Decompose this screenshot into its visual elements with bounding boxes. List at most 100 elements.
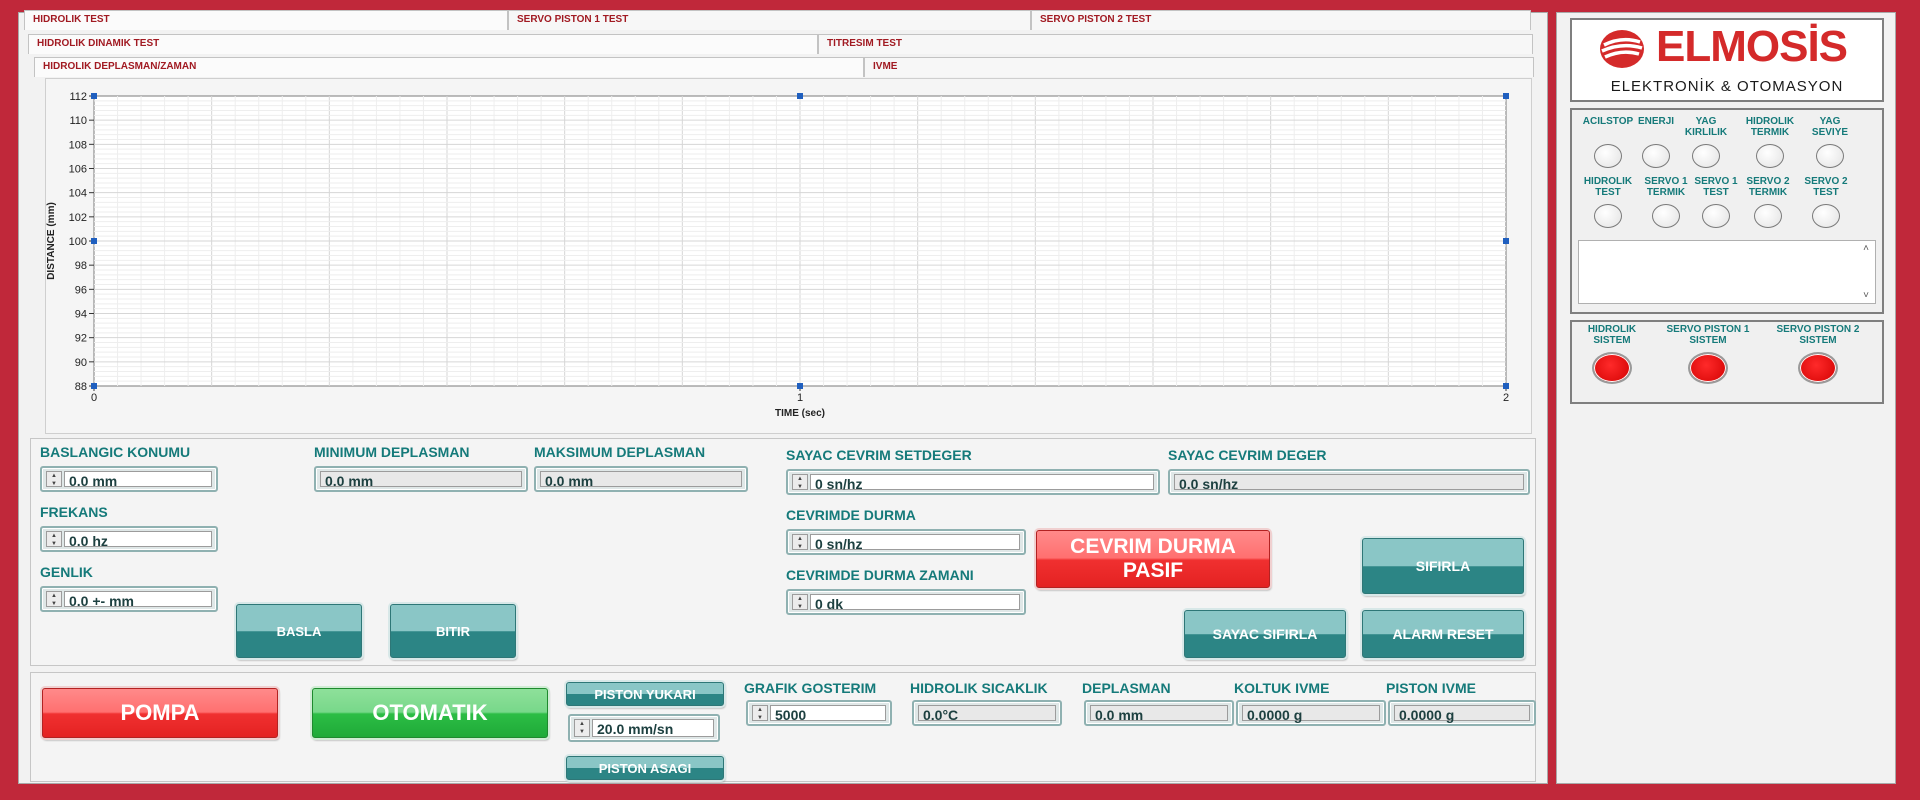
- sayac-set-field[interactable]: ▲ ▼ 0 sn/hz: [786, 469, 1160, 495]
- y-tick-label: 100: [69, 236, 87, 248]
- x-tick-label: 2: [1503, 392, 1509, 404]
- deplasman-field: 0.0 mm: [1084, 700, 1234, 726]
- sicaklik-label: HIDROLIK SICAKLIK: [910, 680, 1048, 696]
- axis-marker: [91, 238, 97, 244]
- indicator-led-yag-seviye: [1816, 144, 1844, 168]
- brand-subtitle: ELEKTRONİK & OTOMASYON: [1610, 78, 1844, 95]
- tab-ivme[interactable]: IVME: [864, 57, 1534, 77]
- indicator-led-servo-1-termik: [1652, 204, 1680, 228]
- alarm-reset-button[interactable]: ALARM RESET: [1362, 610, 1524, 658]
- system-led-servo-piston-1-sistem: [1688, 352, 1728, 384]
- indicator-led-hidrolik-termik: [1756, 144, 1784, 168]
- bitir-button[interactable]: BITIR: [390, 604, 516, 658]
- frekans-field[interactable]: ▲ ▼ 0.0 hz: [40, 526, 218, 552]
- cevrimde-zaman-label: CEVRIMDE DURMA ZAMANI: [786, 567, 974, 583]
- tab-hidrolik-dinamik-test[interactable]: HIDROLIK DINAMIK TEST: [28, 34, 818, 54]
- system-label: SERVO PISTON 1 SISTEM: [1666, 324, 1750, 346]
- scroll-up-icon[interactable]: ˄: [1863, 243, 1869, 254]
- cevrimde-durma-field[interactable]: ▲ ▼ 0 sn/hz: [786, 529, 1026, 555]
- cevrim-durma-button[interactable]: CEVRIM DURMA PASIF: [1036, 530, 1270, 588]
- sifirla-button[interactable]: SIFIRLA: [1362, 538, 1524, 594]
- axis-marker: [797, 383, 803, 389]
- elmosis-logo-icon: [1600, 30, 1644, 68]
- sicaklik-field: 0.0°C: [912, 700, 1062, 726]
- system-status: HIDROLIK SISTEM SERVO PISTON 1 SISTEM SERVO …: [1570, 320, 1884, 404]
- indicator-led-servo-2-termik: [1754, 204, 1782, 228]
- x-tick-label: 0: [91, 392, 97, 404]
- x-tick-label: 1: [797, 392, 803, 404]
- tab-titresim-test[interactable]: TITRESIM TEST: [818, 34, 1533, 54]
- y-tick-label: 102: [69, 212, 87, 224]
- genlik-label: GENLIK: [40, 564, 93, 580]
- piston-speed-field[interactable]: ▲ ▼ 20.0 mm/sn: [568, 714, 720, 742]
- cevrimde-durma-label: CEVRIMDE DURMA: [786, 507, 916, 523]
- y-tick-label: 88: [75, 381, 87, 393]
- logo-box: ELMOSİS ELEKTRONİK & OTOMASYON: [1570, 18, 1884, 102]
- y-axis-label: DISTANCE (mm): [46, 202, 57, 280]
- axis-marker: [1503, 93, 1509, 99]
- piston-ivme-label: PISTON IVME: [1386, 680, 1476, 696]
- tab-servo-piston-2-test[interactable]: SERVO PISTON 2 TEST: [1031, 10, 1531, 30]
- scroll-down-icon[interactable]: ˅: [1863, 290, 1869, 301]
- indicator-label: SERVO 2 TEST: [1804, 176, 1848, 198]
- spin-icon[interactable]: ▲ ▼: [752, 705, 768, 721]
- max-deplasman-label: MAKSIMUM DEPLASMAN: [534, 444, 706, 460]
- indicator-led-yag-kirlilik: [1692, 144, 1720, 168]
- piston-asagi-button[interactable]: PISTON ASAGI: [566, 756, 724, 780]
- y-tick-label: 98: [75, 260, 87, 272]
- y-tick-label: 104: [69, 188, 87, 200]
- y-tick-label: 112: [69, 91, 87, 103]
- indicator-led-acilstop: [1594, 144, 1622, 168]
- system-label: HIDROLIK SISTEM: [1587, 324, 1637, 346]
- otomatik-button[interactable]: OTOMATIK: [312, 688, 548, 738]
- y-tick-label: 108: [69, 139, 87, 151]
- baslangic-field[interactable]: ▲ ▼ 0.0 mm: [40, 466, 218, 492]
- y-tick-label: 94: [75, 309, 87, 321]
- frekans-label: FREKANS: [40, 504, 108, 520]
- grafik-field[interactable]: ▲ ▼ 5000: [746, 700, 892, 726]
- axis-marker: [1503, 383, 1509, 389]
- spin-icon[interactable]: ▲ ▼: [574, 719, 590, 737]
- spin-icon[interactable]: ▲ ▼: [792, 534, 808, 550]
- displacement-chart: 88 90 92 94 96 98 100 102 104 106 108 110 112 0 1 2 TIME…: [46, 91, 1509, 419]
- spin-icon[interactable]: ▲ ▼: [792, 474, 808, 490]
- indicator-led-hidrolik-test: [1594, 204, 1622, 228]
- y-tick-label: 92: [75, 333, 87, 345]
- cevrim-durma-state: PASIF: [1122, 559, 1184, 582]
- system-led-servo-piston-2-sistem: [1798, 352, 1838, 384]
- spin-icon[interactable]: ▲ ▼: [46, 471, 62, 487]
- sayac-sifirla-button[interactable]: SAYAC SIFIRLA: [1184, 610, 1346, 658]
- system-label: SERVO PISTON 2 SISTEM: [1776, 324, 1860, 346]
- max-deplasman-field: 0.0 mm: [534, 466, 748, 492]
- tab-servo-piston-1-test[interactable]: SERVO PISTON 1 TEST: [508, 10, 1031, 30]
- indicator-led-enerji: [1642, 144, 1670, 168]
- spin-icon[interactable]: ▲ ▼: [792, 594, 808, 610]
- koltuk-ivme-field: 0.0000 g: [1236, 700, 1386, 726]
- cevrim-durma-label: CEVRIM DURMA: [1070, 535, 1236, 558]
- min-deplasman-label: MINIMUM DEPLASMAN: [314, 444, 470, 460]
- axis-marker: [1503, 238, 1509, 244]
- piston-yukari-button[interactable]: PISTON YUKARI: [566, 682, 724, 706]
- status-indicators: ACILSTOP ENERJI YAG KIRLILIK HIDROLIK TERMIK Y…: [1570, 108, 1884, 314]
- spin-icon[interactable]: ▲ ▼: [46, 591, 62, 607]
- indicator-led-servo-2-test: [1812, 204, 1840, 228]
- system-led-hidrolik-sistem: [1592, 352, 1632, 384]
- cevrimde-zaman-field[interactable]: ▲ ▼ 0 dk: [786, 589, 1026, 615]
- baslangic-label: BASLANGIC KONUMU: [40, 444, 191, 460]
- message-log[interactable]: ˄ ˅: [1578, 240, 1876, 304]
- min-deplasman-field: 0.0 mm: [314, 466, 528, 492]
- sayac-deger-label: SAYAC CEVRIM DEGER: [1168, 447, 1327, 463]
- piston-ivme-field: 0.0000 g: [1388, 700, 1536, 726]
- y-tick-label: 110: [69, 115, 87, 127]
- tab-hidrolik-test[interactable]: HIDROLIK TEST: [24, 10, 508, 30]
- y-tick-label: 96: [75, 284, 87, 296]
- pompa-button[interactable]: POMPA: [42, 688, 278, 738]
- genlik-field[interactable]: ▲ ▼ 0.0 +- mm: [40, 586, 218, 612]
- indicator-label: YAG KIRLILIK: [1684, 116, 1728, 138]
- indicator-label: YAG SEVIYE: [1811, 116, 1849, 138]
- basla-button[interactable]: BASLA: [236, 604, 362, 658]
- tab-hidrolik-deplasman-zaman[interactable]: HIDROLIK DEPLASMAN/ZAMAN: [34, 57, 864, 77]
- spin-icon[interactable]: ▲ ▼: [46, 531, 62, 547]
- sayac-deger-field: 0.0 sn/hz: [1168, 469, 1530, 495]
- koltuk-ivme-label: KOLTUK IVME: [1234, 680, 1330, 696]
